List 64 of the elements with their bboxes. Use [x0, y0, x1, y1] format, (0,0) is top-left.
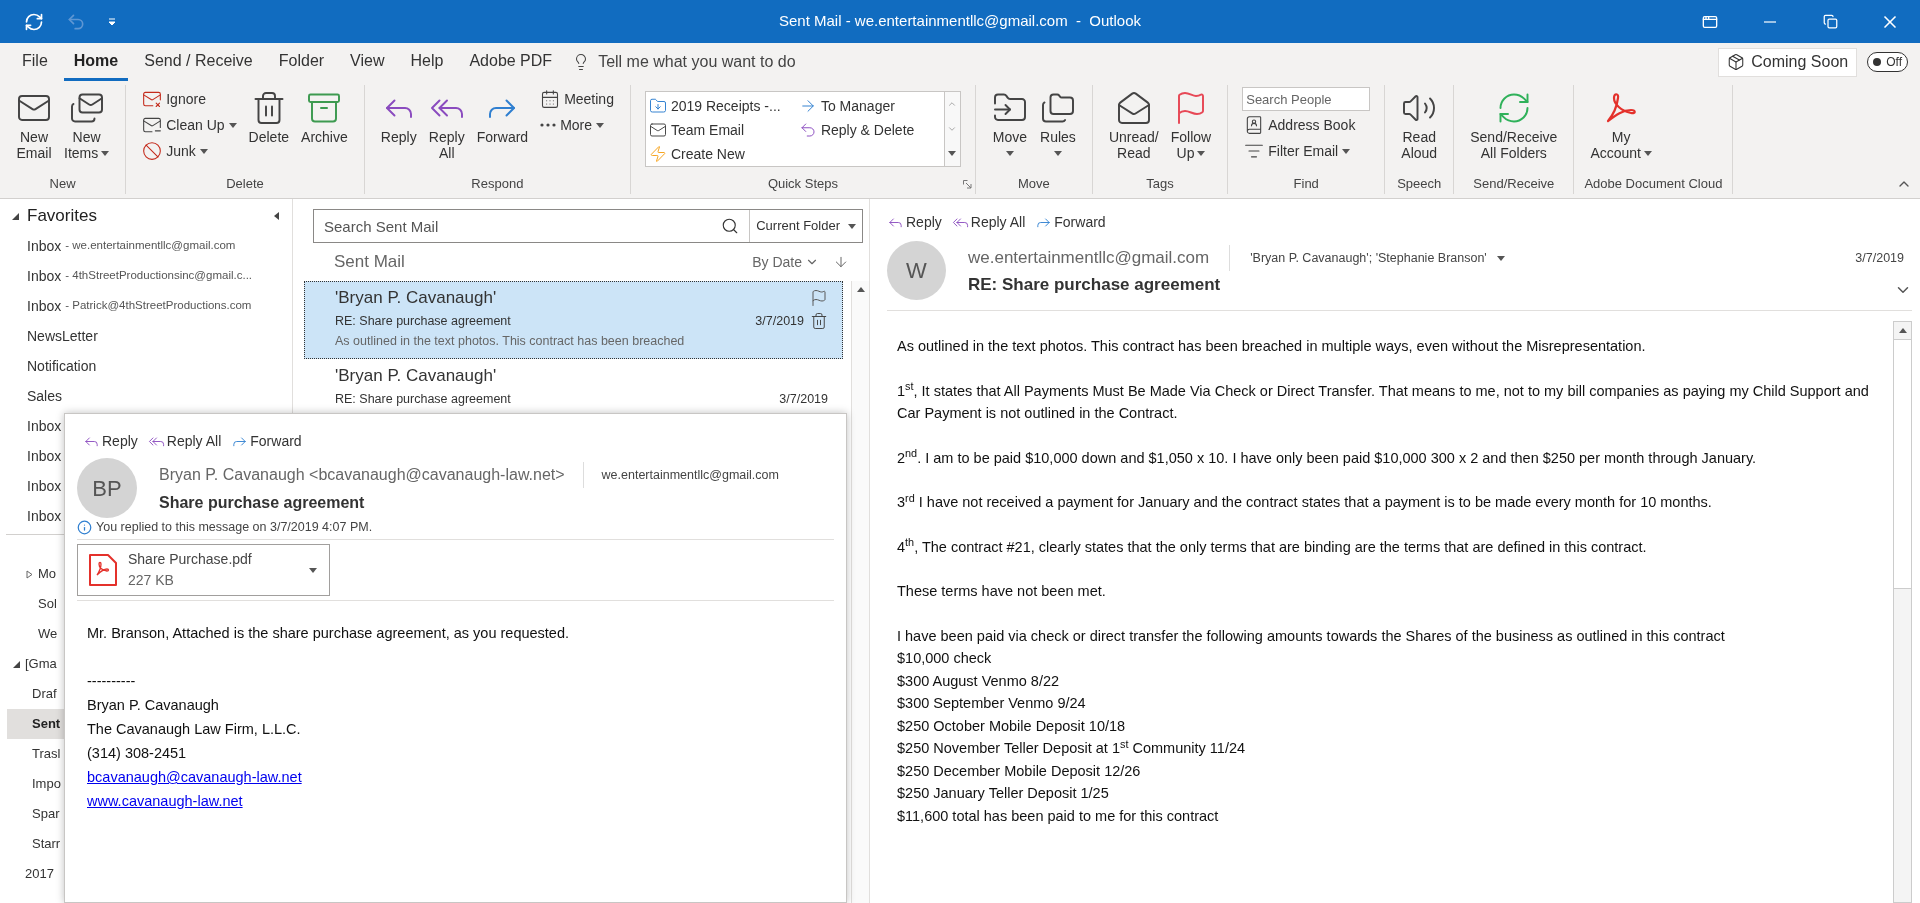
message-date: 3/7/2019 [779, 390, 828, 408]
group-label: Tags [1146, 175, 1174, 194]
folder-name: Inbox [27, 266, 62, 286]
message-subject: RE: Share purchase agreement [335, 312, 511, 330]
folder-name: Inbox [27, 416, 62, 436]
sender-avatar: W [887, 241, 946, 300]
message-preview: As outlined in the text photos. This contract has been breached [335, 333, 686, 350]
sender-avatar: BP [77, 458, 137, 518]
body-text: These terms have not been met. [897, 582, 1107, 601]
body-text: $250 October Mobile Deposit 10/18 [897, 716, 1127, 736]
folder-name: Inbox [27, 296, 62, 316]
favorites-header: Favorites [27, 205, 97, 228]
group-label: Speech [1397, 175, 1442, 194]
account-name: - Patrick@4thStreetProductions.com [65, 298, 252, 314]
message-subject: Share purchase agreement [159, 493, 365, 513]
message-date: 3/7/2019 [1855, 249, 1904, 267]
signature-line: Bryan P. Cavanaugh [87, 696, 220, 715]
folder-name: Inbox [27, 446, 62, 466]
window-title: Sent Mail - we.entertainmentllc@gmail.com - Outlook [779, 11, 1141, 32]
sender-address: we.entertainmentllc@gmail.com [968, 247, 1210, 270]
folder-name: Inbox [27, 476, 62, 496]
group-label: Respond [471, 175, 524, 194]
group-label: Send/Receive [1473, 175, 1555, 194]
body-text: $250 November Teller Deposit at 1$^{st}$ Community 11/24 [897, 737, 1247, 758]
group-label: Adobe Document Cloud [1584, 175, 1723, 194]
group-label: Find [1293, 175, 1319, 194]
reply-notice: You replied to this message on 3/7/2019 4:07 PM. [96, 519, 373, 537]
message-subject: RE: Share purchase agreement [968, 274, 1221, 297]
group-label: New [49, 175, 76, 194]
sender-address: Bryan P. Cavanaugh <bcavanaugh@cavanaugh-law.net> [159, 465, 565, 485]
recipient-address: we.entertainmentllc@gmail.com [601, 466, 779, 484]
signature-line: (314) 308-2451 [87, 744, 188, 763]
folder-name: Inbox [27, 236, 62, 256]
group-label: Quick Steps [767, 175, 838, 194]
folder-name: Sales [27, 386, 63, 406]
message-subject: RE: Share purchase agreement [335, 390, 511, 408]
body-text: $300 August Venmo 8/22 [897, 671, 1061, 691]
body-text: $10,000 check [897, 649, 993, 668]
signature-line: The Cavanaugh Law Firm, L.L.C. [87, 720, 302, 739]
group-label: Move [1018, 175, 1050, 194]
body-text: 2$^{nd}$. I am to be paid $10,000 down and $1,050 x 10. I have only been paid $10,000 300 x 2 and then $250 per month through January. [897, 446, 1758, 468]
folder-title: Sent Mail [334, 251, 405, 274]
sender-name: 'Bryan P. Cavanaugh' [335, 365, 497, 388]
account-name: - 4thStreetProductionsinc@gmail.c... [65, 268, 253, 284]
body-text: 3$^{rd}$ I have not received a payment for January and the contract states that a payment is to be made every month for 10 months. [897, 491, 1713, 512]
folder-name: NewsLetter [27, 326, 98, 346]
body-text: 1$^{st}$, It states that All Payments Must Be Made Via Check or Direct Transfer. That means to me, not to my bill companies as paying my Child Support and Car Payment is not outlined in the Contract. [897, 379, 1870, 423]
sender-name: 'Bryan P. Cavanaugh' [335, 287, 497, 310]
body-text: $300 September Venmo 9/24 [897, 694, 1087, 713]
body-text: $250 December Mobile Deposit 12/26 [897, 761, 1142, 781]
body-text: As outlined in the text photos. This contract has been breached in multiple ways, even without the Misrepresentation. [897, 337, 1647, 356]
body-text: Mr. Branson, Attached is the share purchase agreement, as you requested. [87, 624, 570, 643]
body-text: $250 January Teller Deposit 1/25 [897, 784, 1110, 803]
account-name: - we.entertainmentllc@gmail.com [65, 238, 236, 254]
body-text: $11,600 total has been paid to me for this contract [897, 806, 1220, 826]
signature-line: ---------- [87, 672, 137, 691]
attachment-size: 227 KB [128, 571, 174, 590]
attachment-name: Share Purchase.pdf [128, 550, 252, 569]
message-date: 3/7/2019 [755, 312, 804, 330]
group-label: Delete [226, 175, 264, 194]
body-text: 4$^{th}$, The contract #21, clearly states that the only terms that are binding are the terms that are defined in this contract. [897, 535, 1648, 557]
body-text: I have been paid via check or direct transfer the following amounts towards the Shares of the business as outlined in this contract [897, 626, 1726, 646]
folder-name: Inbox [27, 506, 62, 526]
folder-name: Notification [27, 356, 97, 376]
